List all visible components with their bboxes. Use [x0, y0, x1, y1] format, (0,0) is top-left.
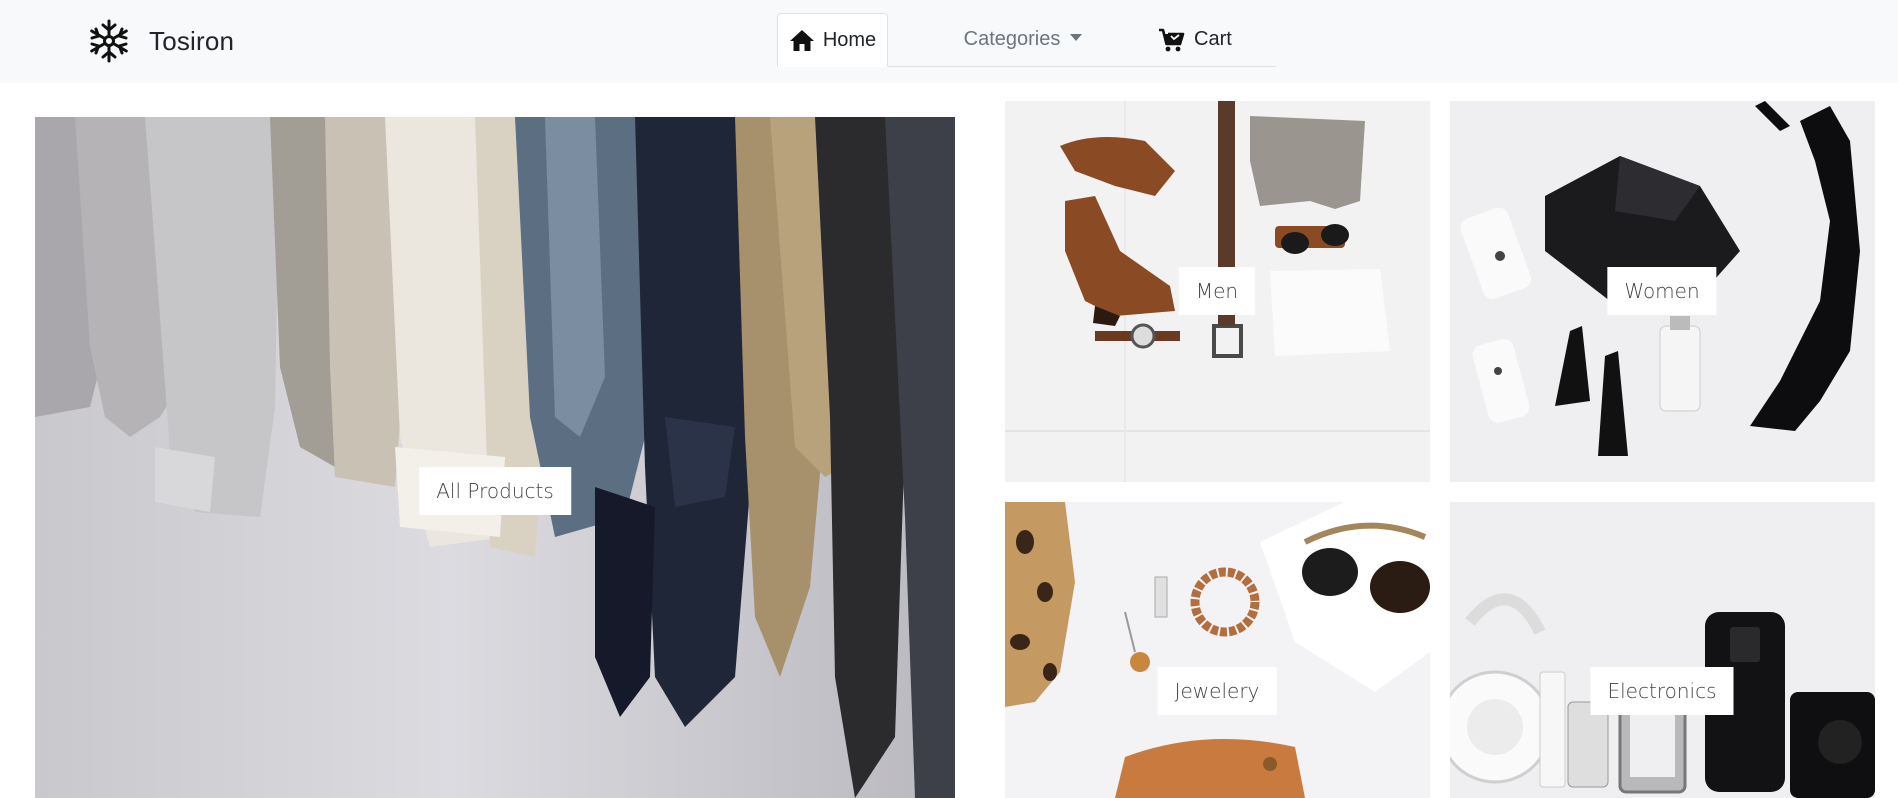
brand-link[interactable]: Tosiron — [85, 16, 234, 66]
tile-women[interactable]: Women — [1450, 101, 1875, 482]
nav-categories-label: Categories — [963, 28, 1061, 50]
tile-jewelery[interactable]: Jewelery — [1005, 502, 1430, 798]
tile-men-label: Men — [1178, 267, 1256, 315]
nav-categories-dropdown[interactable]: Categories — [888, 13, 1158, 66]
snowflake-icon — [90, 19, 128, 63]
clothes-rack-image — [35, 117, 955, 798]
tile-all-products-label: All Products — [419, 467, 571, 515]
brand-name: Tosiron — [149, 25, 235, 56]
tile-jewelery-label: Jewelery — [1157, 667, 1277, 715]
nav-home-tab[interactable]: Home — [777, 13, 888, 67]
caret-down-icon — [1070, 34, 1083, 41]
nav-cart-label: Cart — [1194, 28, 1232, 50]
main-nav: Home Categories Cart — [777, 13, 1276, 67]
tile-men[interactable]: Men — [1005, 101, 1430, 482]
nav-cart-link[interactable]: Cart — [1158, 13, 1276, 66]
tile-all-products[interactable]: All Products — [35, 117, 955, 798]
cart-icon — [1159, 28, 1185, 51]
navbar: Tosiron Home Categories Cart — [0, 0, 1898, 83]
tile-electronics-label: Electronics — [1590, 667, 1734, 715]
tile-electronics[interactable]: Electronics — [1450, 502, 1875, 798]
home-icon — [789, 30, 814, 51]
tile-women-label: Women — [1607, 267, 1717, 315]
nav-home-label: Home — [822, 28, 877, 51]
jewelery-flatlay-image — [1005, 502, 1430, 798]
electronics-flatlay-image — [1450, 502, 1875, 798]
